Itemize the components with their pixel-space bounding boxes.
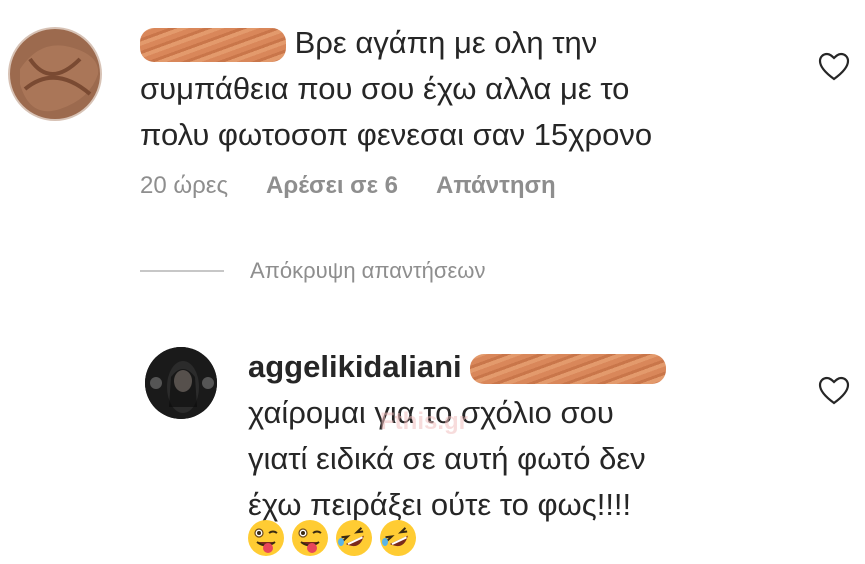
commenter-avatar[interactable]	[8, 27, 102, 121]
reply-avatar[interactable]	[145, 347, 217, 419]
winking-tongue-emoji-icon	[248, 520, 284, 556]
redacted-mention[interactable]	[470, 353, 667, 384]
winking-tongue-emoji-icon	[292, 520, 328, 556]
likes-count-link[interactable]: Αρέσει σε 6	[266, 172, 398, 200]
like-heart-icon[interactable]	[818, 376, 850, 406]
like-heart-icon[interactable]	[818, 52, 850, 82]
reply-line: χαίρομαι για το σχόλιο σου	[248, 395, 614, 430]
comment-meta: 20 ώρες Αρέσει σε 6 Απάντηση	[140, 168, 594, 204]
rolling-laughing-emoji-icon	[336, 520, 372, 556]
comment-body: Βρε αγάπη με ολη την συμπάθεια που σου έ…	[140, 20, 780, 158]
reply-button[interactable]: Απάντηση	[436, 172, 556, 200]
comment-line: πολυ φωτοσοπ φενεσαι σαν 15χρονο	[140, 117, 653, 152]
hide-replies-label: Απόκρυψη απαντήσεων	[250, 258, 486, 283]
profile-photo	[145, 347, 217, 419]
comment-line: Βρε αγάπη με ολη την	[294, 25, 598, 60]
hide-replies-toggle[interactable]: Απόκρυψη απαντήσεων	[140, 258, 485, 284]
reply-line: έχω πειράξει ούτε το φως!!!!	[248, 487, 632, 522]
divider-line	[140, 270, 224, 272]
redacted-username[interactable]	[140, 27, 286, 62]
rolling-laughing-emoji-icon	[380, 520, 416, 556]
comment-time: 20 ώρες	[140, 172, 229, 199]
emoji-row	[246, 518, 418, 558]
reply-username[interactable]: aggelikidaliani	[248, 349, 462, 384]
reply-body: aggelikidaliani χαίρομαι για το σχόλιο σ…	[248, 344, 808, 528]
comment-line: συμπάθεια που σου έχω αλλα με το	[140, 71, 630, 106]
reply-line: γιατί ειδικά σε αυτή φωτό δεν	[248, 441, 646, 476]
avatar-redaction	[20, 45, 99, 112]
